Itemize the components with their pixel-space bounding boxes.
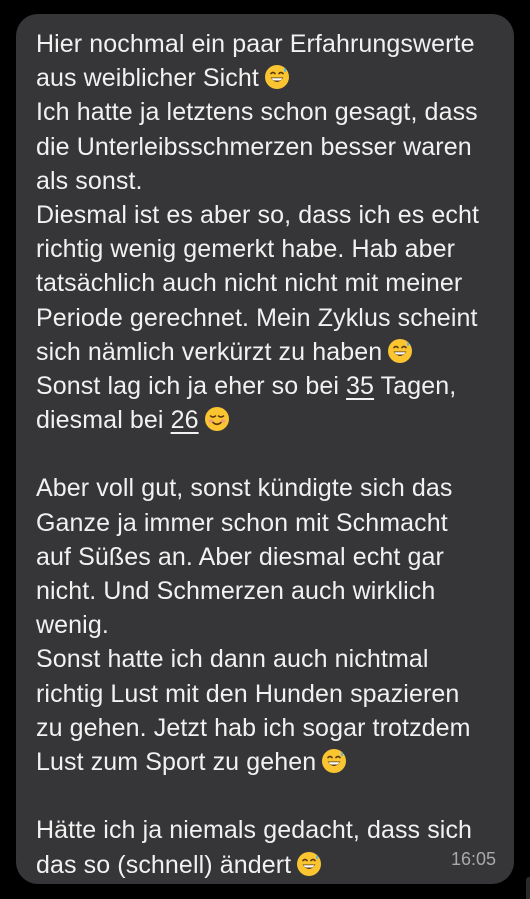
message-line-text: aus weiblicher Sicht	[36, 64, 259, 93]
message-text: Hier nochmal ein paar Erfahrungswerte au…	[36, 27, 506, 882]
message-timestamp: 16:05	[450, 849, 496, 869]
message-bubble[interactable]: Hier nochmal ein paar Erfahrungswerte au…	[16, 14, 514, 884]
scroll-edge	[526, 877, 530, 899]
chat-screen: Hier nochmal ein paar Erfahrungswerte au…	[0, 0, 530, 899]
message-line: zu gehen. Jetzt hab ich sogar trotzdem	[36, 713, 471, 742]
message-line-text: das so (schnell) ändert	[36, 850, 292, 879]
message-line: nicht. Und Schmerzen auch wirklich	[36, 577, 436, 605]
message-line: aus weiblicher Sicht	[36, 61, 506, 95]
message-line: Lust zum Sport zu gehen	[36, 745, 506, 779]
message-line: Periode gerechnet. Mein Zyklus scheint	[36, 303, 478, 332]
message-line-text: Sonst lag ich ja eher so bei	[36, 371, 347, 400]
message-line-text: Tagen,	[374, 371, 457, 400]
message-line: das so (schnell) ändert	[36, 848, 506, 882]
message-line: Hätte ich ja niemals gedacht, dass sich	[36, 816, 473, 845]
message-line: sich nämlich verkürzt zu haben	[36, 335, 506, 369]
message-line: richtig Lust mit den Hunden spazieren	[36, 679, 460, 708]
message-line: Ganze ja immer schon mit Schmacht	[36, 508, 448, 537]
smiling-face-icon	[204, 406, 230, 441]
number-link[interactable]: 35	[346, 372, 374, 400]
message-line: als sonst.	[36, 166, 143, 195]
message-line: Hier nochmal ein paar Erfahrungswerte	[36, 30, 475, 58]
message-line: wenig.	[36, 611, 109, 640]
message-line: richtig wenig gemerkt habe. Hab aber	[36, 235, 456, 264]
number-link[interactable]: 26	[171, 406, 199, 434]
message-line: auf Süßes an. Aber diesmal echt gar	[36, 542, 444, 571]
message-line: diesmal bei 26	[36, 403, 506, 437]
message-line-text: diesmal bei	[36, 406, 171, 435]
grinning-face-with-sweat-icon	[387, 338, 413, 373]
message-line: Diesmal ist es aber so, dass ich es echt	[36, 200, 480, 229]
message-line: Ich hatte ja letztens schon gesagt, dass	[36, 98, 478, 127]
message-line-text: Lust zum Sport zu gehen	[36, 747, 317, 776]
message-line: tatsächlich auch nicht nicht mit meiner	[36, 269, 463, 298]
message-line: die Unterleibsschmerzen besser waren	[36, 132, 472, 161]
message-line: Sonst lag ich ja eher so bei 35 Tagen,	[36, 369, 506, 403]
grinning-face-with-sweat-icon	[296, 851, 322, 886]
message-line: Sonst hatte ich dann auch nichtmal	[36, 645, 429, 674]
grinning-face-with-sweat-icon	[321, 748, 347, 783]
message-line-text: sich nämlich verkürzt zu haben	[36, 337, 383, 366]
grinning-face-with-sweat-icon	[264, 64, 290, 99]
message-line: Aber voll gut, sonst kündigte sich das	[36, 474, 453, 503]
